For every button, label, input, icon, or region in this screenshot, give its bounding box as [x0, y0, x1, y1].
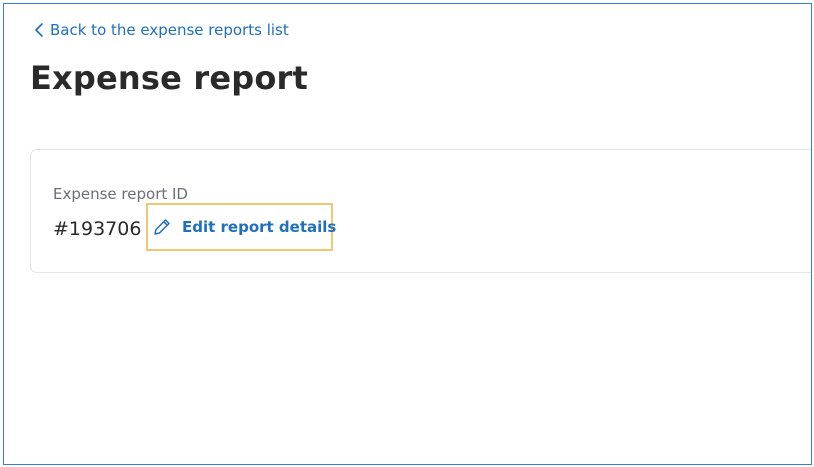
back-to-list-link[interactable]: Back to the expense reports list	[34, 21, 289, 39]
edit-report-details-label: Edit report details	[182, 218, 337, 236]
report-id-value: #193706	[53, 218, 142, 240]
back-link-label: Back to the expense reports list	[50, 21, 289, 39]
report-id-label: Expense report ID	[53, 185, 188, 203]
report-details-card: Expense report ID #193706 Edit report de…	[30, 149, 811, 273]
page-title: Expense report	[30, 59, 309, 97]
chevron-left-icon	[35, 23, 43, 37]
pencil-icon	[154, 219, 170, 235]
app-window: Back to the expense reports list Expense…	[3, 3, 812, 465]
edit-report-details-button[interactable]: Edit report details	[146, 203, 337, 251]
